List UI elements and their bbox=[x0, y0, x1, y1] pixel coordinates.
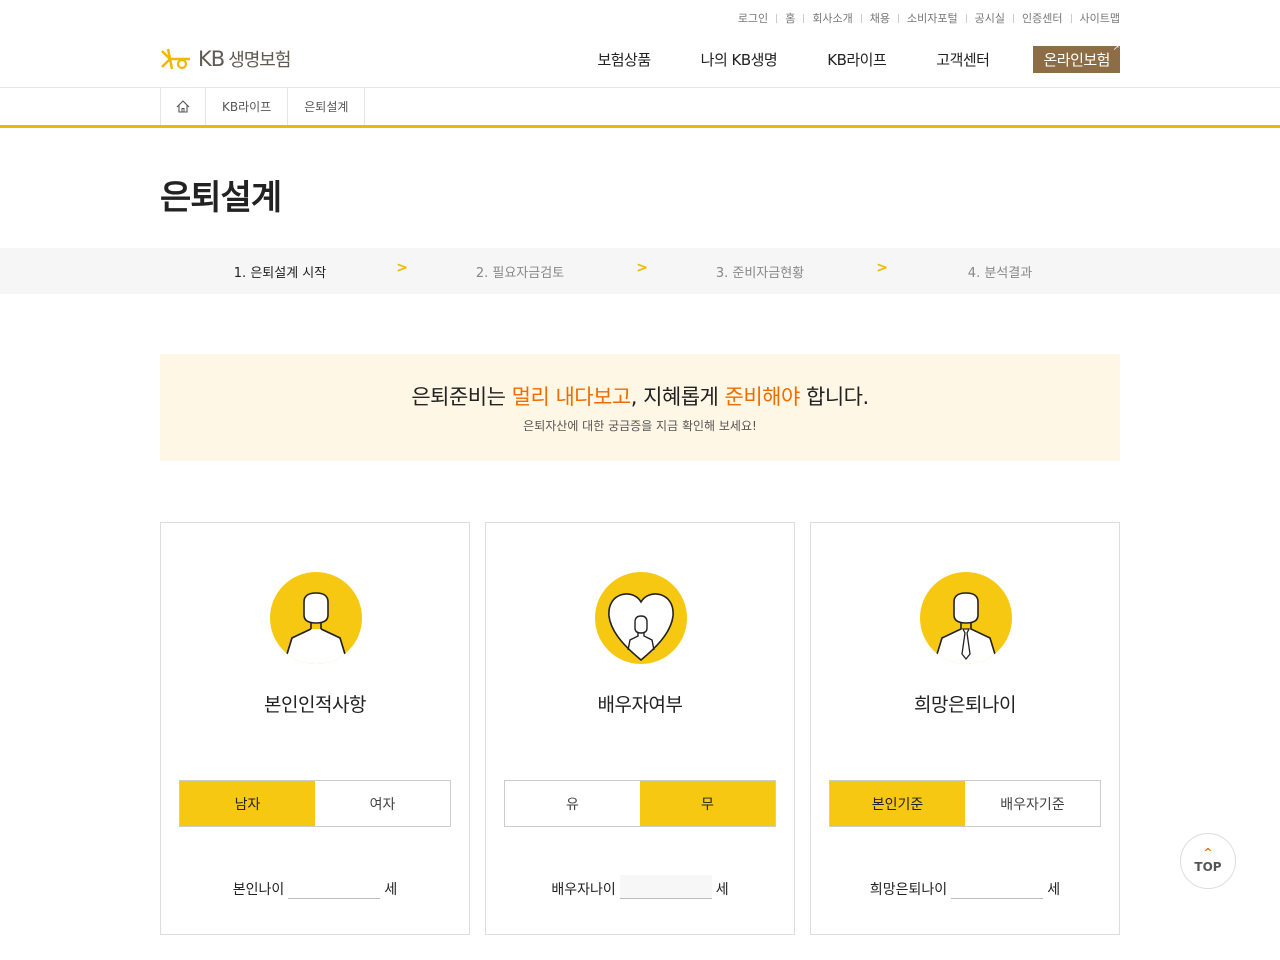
age-unit: 세 bbox=[715, 882, 729, 898]
util-link-label[interactable]: 인증센터 bbox=[1022, 10, 1062, 26]
util-link-disclosure[interactable]: 공시실 bbox=[958, 10, 1005, 26]
card-spouse: 배우자여부 유 무 배우자나이 세 bbox=[485, 522, 795, 935]
util-link-consumer[interactable]: 소비자포털 bbox=[890, 10, 958, 26]
banner-subtext: 은퇴자산에 대한 궁금증을 지금 확인해 보세요! bbox=[523, 419, 757, 433]
intro-banner: 은퇴준비는 멀리 내다보고, 지혜롭게 준비해야 합니다. 은퇴자산에 대한 궁… bbox=[160, 354, 1120, 461]
spouse-toggle: 유 무 bbox=[504, 780, 776, 827]
banner-text: 합니다. bbox=[799, 385, 869, 409]
util-link-recruit[interactable]: 채용 bbox=[853, 10, 890, 26]
person-tie-icon bbox=[920, 572, 1012, 664]
nav-my-kb[interactable]: 나의 KB생명 bbox=[701, 49, 778, 70]
nav-online-insurance-button[interactable]: 온라인보험 bbox=[1033, 43, 1120, 73]
basis-spouse-button[interactable]: 배우자기준 bbox=[965, 781, 1100, 826]
step-2: 2. 필요자금검토 > bbox=[400, 260, 648, 281]
banner-highlight: 멀리 내다보고 bbox=[511, 385, 632, 409]
nav-insurance-products[interactable]: 보험상품 bbox=[597, 49, 651, 70]
spouse-age-input[interactable] bbox=[619, 875, 712, 899]
utility-links: 로그인 홈 회사소개 채용 소비자포털 공시실 인증센터 사이트맵 bbox=[160, 0, 1120, 26]
step-3: 3. 준비자금현황 > bbox=[640, 260, 888, 281]
age-label: 배우자나이 bbox=[551, 882, 616, 898]
nav-kb-life[interactable]: KB라이프 bbox=[827, 49, 887, 70]
input-cards: 본인인적사항 남자 여자 본인나이 세 배우자여부 유 무 배우자나이 세 희망… bbox=[160, 522, 1120, 935]
scroll-top-button[interactable]: ^ TOP bbox=[1180, 833, 1236, 889]
step-label: 4. 분석결과 bbox=[967, 265, 1033, 281]
step-bar: 1. 은퇴설계 시작 > 2. 필요자금검토 > 3. 준비자금현황 > 4. … bbox=[0, 248, 1280, 294]
spouse-no-button[interactable]: 무 bbox=[640, 781, 775, 826]
basis-self-button[interactable]: 본인기준 bbox=[830, 781, 965, 826]
banner-text: , 지혜롭게 bbox=[630, 385, 725, 409]
breadcrumb-home[interactable] bbox=[160, 88, 205, 125]
card-title: 희망은퇴나이 bbox=[914, 694, 1016, 716]
global-nav: 보험상품 나의 KB생명 KB라이프 고객센터 온라인보험 bbox=[547, 43, 1120, 73]
util-link-login[interactable]: 로그인 bbox=[738, 10, 768, 26]
kb-star-logo-icon bbox=[161, 48, 190, 70]
step-4: 4. 분석결과 bbox=[880, 262, 1120, 281]
spouse-yes-button[interactable]: 유 bbox=[505, 781, 640, 826]
age-row: 본인나이 세 bbox=[161, 875, 469, 899]
age-row: 배우자나이 세 bbox=[486, 875, 794, 899]
logo-name: 생명보험 bbox=[228, 50, 291, 71]
card-personal-info: 본인인적사항 남자 여자 본인나이 세 bbox=[160, 522, 470, 935]
retirement-age-input[interactable] bbox=[951, 875, 1044, 899]
breadcrumb: KB라이프 은퇴설계 bbox=[160, 88, 1120, 125]
home-icon bbox=[176, 100, 190, 113]
gender-male-button[interactable]: 남자 bbox=[180, 781, 315, 826]
step-1: 1. 은퇴설계 시작 > bbox=[160, 260, 408, 281]
util-link-cert[interactable]: 인증센터 bbox=[1005, 10, 1062, 26]
gender-female-button[interactable]: 여자 bbox=[315, 781, 450, 826]
header: KB 생명보험 보험상품 나의 KB생명 KB라이프 고객센터 온라인보험 bbox=[0, 34, 1280, 88]
banner-highlight: 준비해야 bbox=[724, 385, 801, 409]
banner-headline: 은퇴준비는 멀리 내다보고, 지혜롭게 준비해야 합니다. bbox=[160, 381, 1120, 411]
retirement-basis-toggle: 본인기준 배우자기준 bbox=[829, 780, 1101, 827]
utility-bar: 로그인 홈 회사소개 채용 소비자포털 공시실 인증센터 사이트맵 bbox=[0, 0, 1280, 34]
person-icon bbox=[270, 572, 362, 664]
spouse-heart-icon bbox=[595, 572, 687, 664]
chevron-up-icon: ^ bbox=[1203, 846, 1213, 859]
util-link-label[interactable]: 로그인 bbox=[738, 10, 768, 26]
step-label: 2. 필요자금검토 bbox=[475, 265, 565, 281]
step-label: 3. 준비자금현황 bbox=[715, 265, 805, 281]
breadcrumb-item-kblife[interactable]: KB라이프 bbox=[205, 88, 287, 125]
age-unit: 세 bbox=[384, 882, 398, 898]
kb-logo[interactable]: KB 생명보험 bbox=[160, 46, 291, 72]
util-link-home[interactable]: 홈 bbox=[768, 10, 795, 26]
breadcrumb-bar: KB라이프 은퇴설계 bbox=[0, 88, 1280, 128]
util-link-label[interactable]: 사이트맵 bbox=[1080, 10, 1120, 26]
card-title: 본인인적사항 bbox=[264, 694, 366, 716]
step-label: 1. 은퇴설계 시작 bbox=[233, 265, 327, 281]
top-label: TOP bbox=[1194, 860, 1222, 874]
age-label: 본인나이 bbox=[232, 882, 285, 898]
card-title: 배우자여부 bbox=[597, 694, 683, 716]
page-title: 은퇴설계 bbox=[160, 178, 282, 218]
util-link-label[interactable]: 회사소개 bbox=[812, 10, 852, 26]
util-link-label[interactable]: 채용 bbox=[870, 10, 890, 26]
age-unit: 세 bbox=[1047, 882, 1061, 898]
util-link-sitemap[interactable]: 사이트맵 bbox=[1063, 10, 1120, 26]
util-link-label[interactable]: 공시실 bbox=[975, 10, 1005, 26]
nav-customer-center[interactable]: 고객센터 bbox=[936, 49, 990, 70]
my-age-input[interactable] bbox=[288, 875, 381, 899]
age-row: 희망은퇴나이 세 bbox=[811, 875, 1119, 899]
gender-toggle: 남자 여자 bbox=[179, 780, 451, 827]
util-link-label[interactable]: 소비자포털 bbox=[907, 10, 958, 26]
banner-text: 은퇴준비는 bbox=[411, 385, 512, 409]
logo-kb: KB bbox=[198, 47, 225, 71]
age-label: 희망은퇴나이 bbox=[869, 882, 948, 898]
util-link-label[interactable]: 홈 bbox=[785, 10, 795, 26]
util-link-company[interactable]: 회사소개 bbox=[795, 10, 852, 26]
card-retirement-age: 희망은퇴나이 본인기준 배우자기준 희망은퇴나이 세 bbox=[810, 522, 1120, 935]
breadcrumb-item-retirement[interactable]: 은퇴설계 bbox=[287, 88, 366, 125]
